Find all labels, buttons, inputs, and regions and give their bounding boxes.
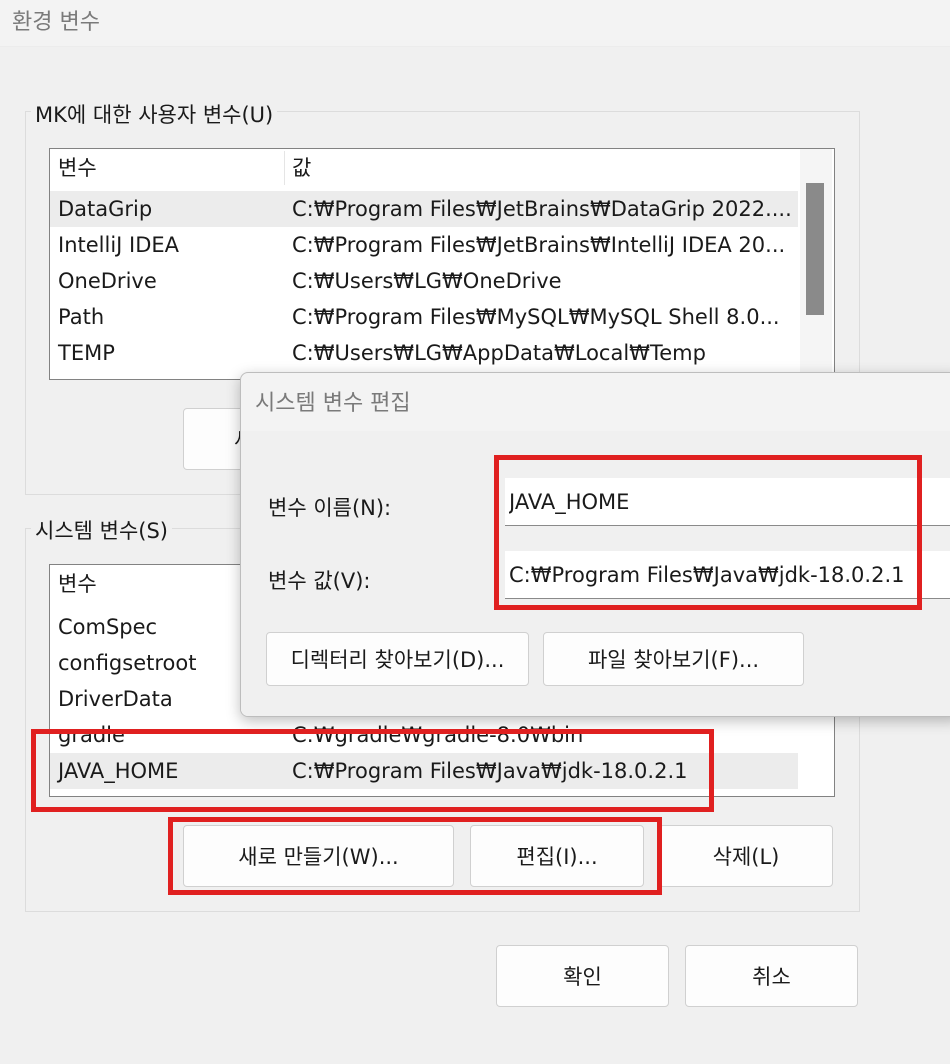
new-button[interactable]: 새로 만들기(W)... [183, 825, 454, 887]
user-vars-label: MK에 대한 사용자 변수(U) [31, 99, 278, 129]
edit-button[interactable]: 편집(I)... [470, 825, 644, 887]
browse-directory-label: 디렉터리 찾아보기(D)... [290, 648, 505, 672]
user-vars-header: 변수 값 [50, 149, 834, 187]
delete-button[interactable]: 삭제(L) [659, 825, 833, 887]
ok-button-label: 확인 [563, 965, 602, 989]
table-row[interactable]: OneDrive C:₩Users₩LG₩OneDrive [50, 263, 798, 299]
browse-directory-button[interactable]: 디렉터리 찾아보기(D)... [266, 632, 529, 686]
browse-file-label: 파일 찾아보기(F)... [587, 648, 760, 672]
variable-value-input[interactable] [505, 551, 950, 599]
table-row[interactable]: Path C:₩Program Files₩MySQL₩MySQL Shell … [50, 299, 798, 335]
cancel-button-label: 취소 [752, 965, 791, 989]
row-var-value: C:₩Users₩LG₩OneDrive [292, 269, 562, 293]
column-header-name[interactable]: 변수 [50, 149, 284, 187]
row-var-name: JAVA_HOME [58, 759, 179, 783]
new-button-label: 새로 만들기(W)... [238, 845, 399, 869]
user-vars-scrollbar[interactable] [800, 149, 832, 377]
window-title: 환경 변수 [12, 10, 100, 35]
row-var-value: C:₩Users₩LG₩AppData₩Local₩Temp [292, 341, 706, 365]
column-header-value[interactable]: 값 [284, 149, 792, 187]
table-row-selected[interactable]: JAVA_HOME C:₩Program Files₩Java₩jdk-18.0… [50, 753, 798, 789]
table-row[interactable]: gradle C:₩gradle₩gradle-8.0₩bin [50, 717, 798, 753]
browse-file-button[interactable]: 파일 찾아보기(F)... [543, 632, 804, 686]
row-var-name: DataGrip [58, 197, 153, 221]
dialog-body: 변수 이름(N): 변수 값(V): 디렉터리 찾아보기(D)... 파일 찾아… [241, 431, 950, 716]
scroll-thumb[interactable] [806, 183, 824, 315]
dialog-title: 시스템 변수 편집 [255, 391, 411, 416]
delete-button-label: 삭제(L) [712, 845, 780, 869]
row-var-value: C:₩gradle₩gradle-8.0₩bin [292, 723, 584, 747]
row-var-name: gradle [58, 723, 125, 747]
edit-button-label: 편집(I)... [516, 845, 598, 869]
variable-name-label: 변수 이름(N): [268, 496, 392, 520]
row-var-name: OneDrive [58, 269, 157, 293]
row-var-value: C:₩Program Files₩JetBrains₩DataGrip 2022… [292, 197, 792, 221]
row-var-name: TEMP [58, 341, 115, 365]
window-titlebar: 환경 변수 [0, 0, 950, 47]
row-var-name: IntelliJ IDEA [58, 233, 180, 257]
variable-value-label: 변수 값(V): [268, 569, 371, 593]
row-var-value: C:₩Program Files₩Java₩jdk-18.0.2.1 [292, 759, 688, 783]
cancel-button[interactable]: 취소 [685, 945, 858, 1007]
row-var-name: Path [58, 305, 105, 329]
table-row[interactable]: TEMP C:₩Users₩LG₩AppData₩Local₩Temp [50, 335, 798, 371]
user-vars-list[interactable]: 변수 값 DataGrip C:₩Program Files₩JetBrains… [49, 148, 835, 380]
edit-variable-dialog: 시스템 변수 편집 변수 이름(N): 변수 값(V): 디렉터리 찾아보기(D… [240, 372, 950, 717]
ok-button[interactable]: 확인 [496, 945, 669, 1007]
table-row[interactable]: IntelliJ IDEA C:₩Program Files₩JetBrains… [50, 227, 798, 263]
system-vars-label: 시스템 변수(S) [31, 515, 172, 545]
row-var-value: C:₩Program Files₩MySQL₩MySQL Shell 8.0..… [292, 305, 780, 329]
table-row[interactable]: DataGrip C:₩Program Files₩JetBrains₩Data… [50, 191, 798, 227]
variable-name-input[interactable] [505, 478, 950, 526]
row-var-value: C:₩Program Files₩JetBrains₩IntelliJ IDEA… [292, 233, 786, 257]
